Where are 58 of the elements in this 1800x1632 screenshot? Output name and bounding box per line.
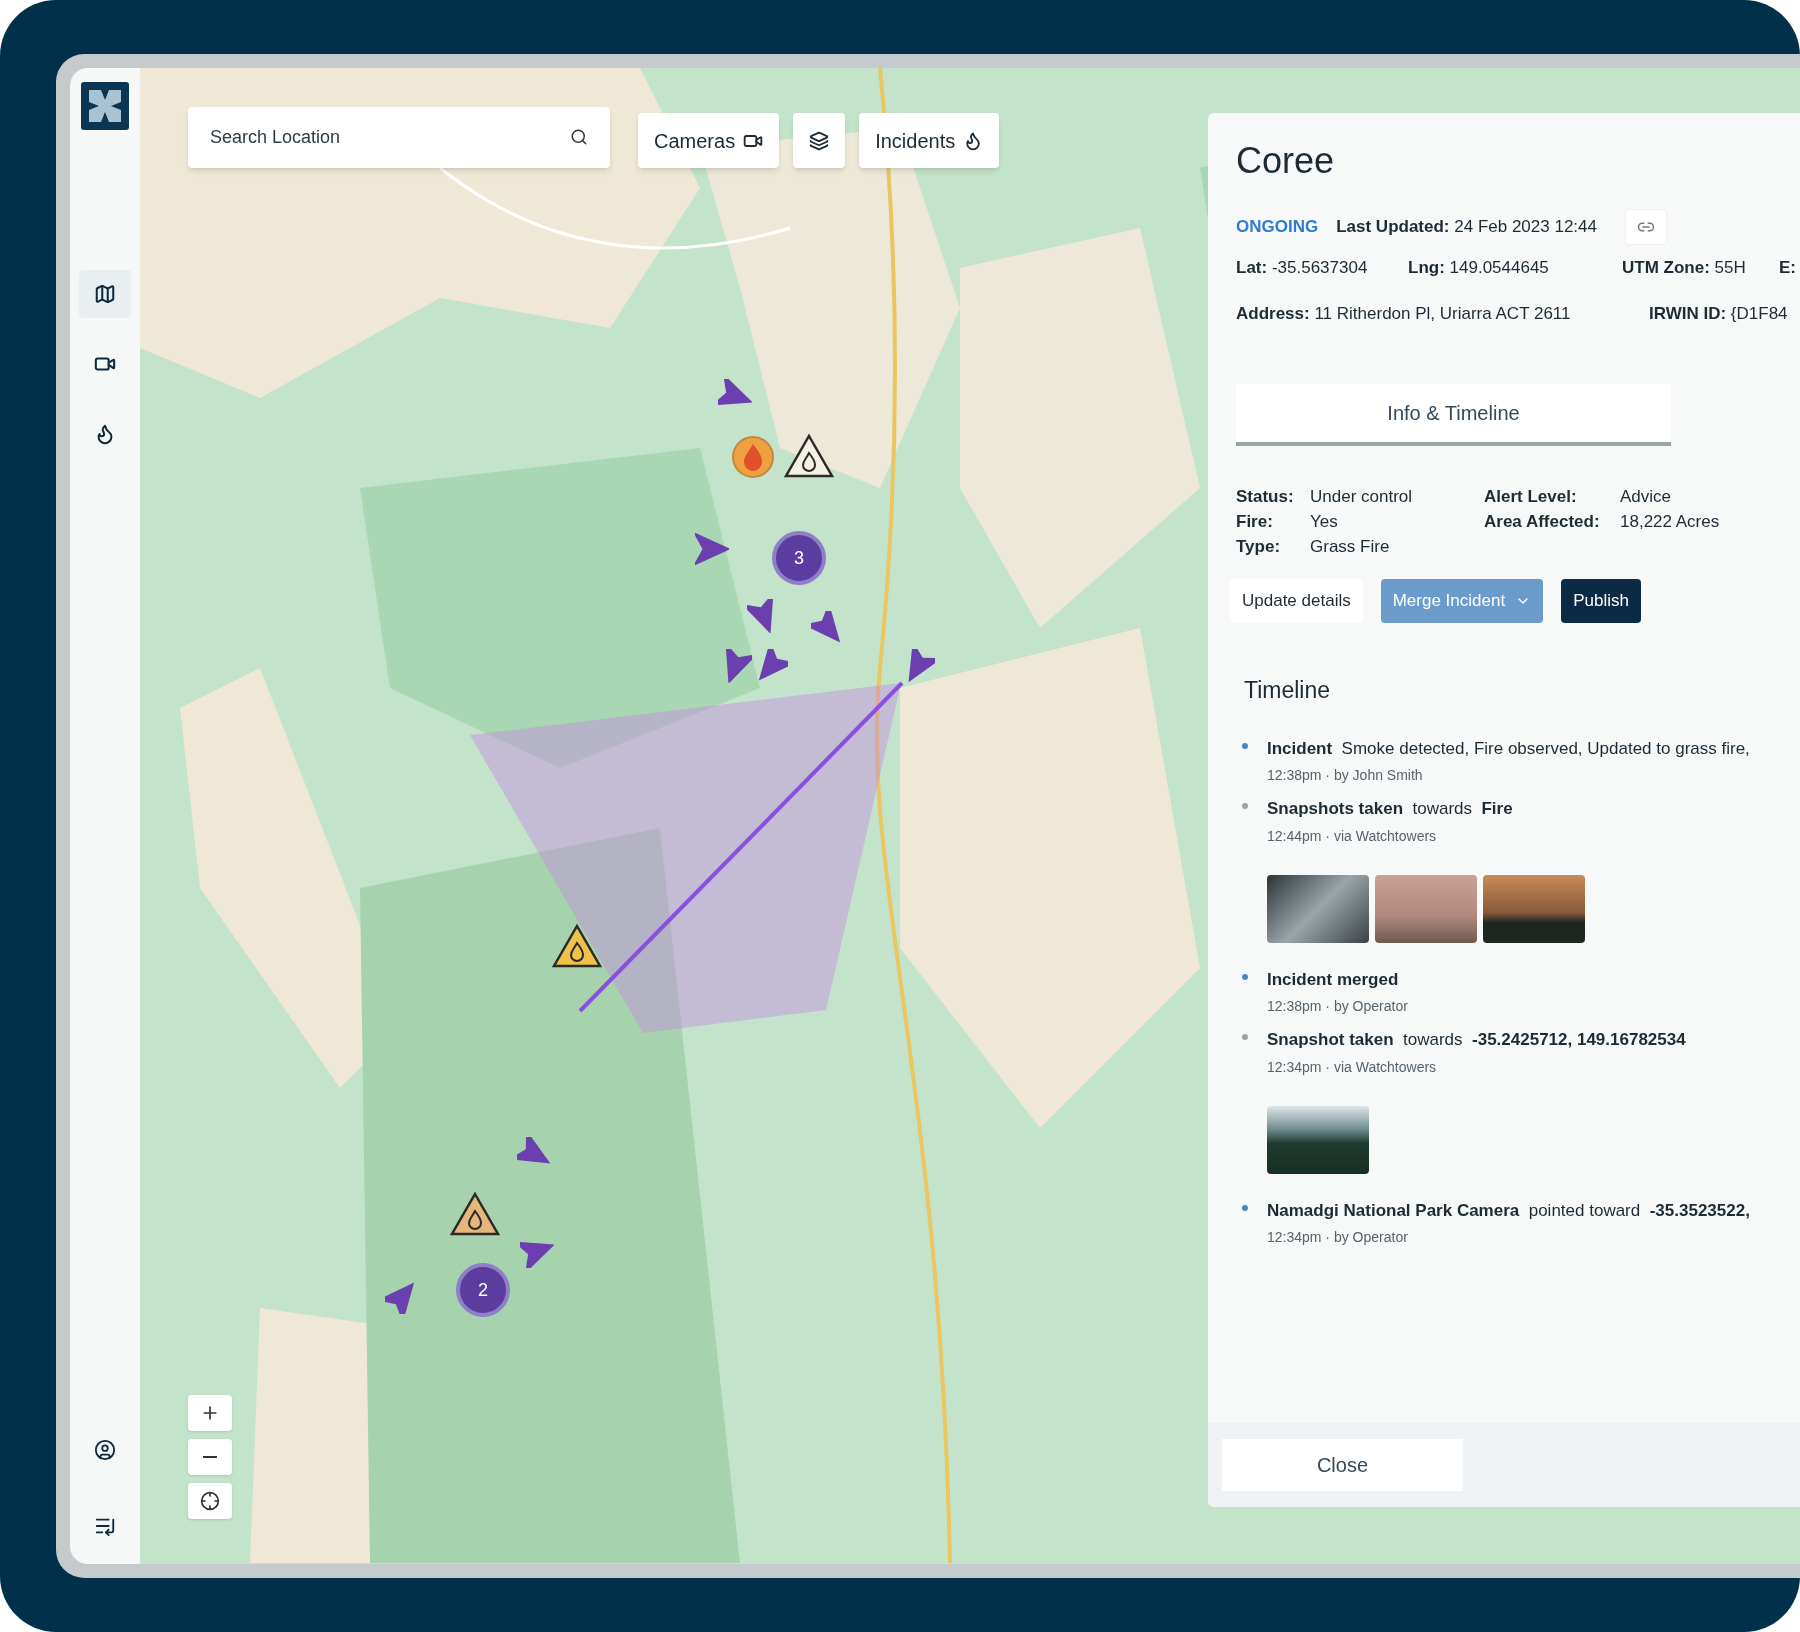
timeline-meta: 12:44pm · via Watchtowers [1267, 826, 1438, 846]
app-logo[interactable] [81, 82, 129, 130]
timeline-meta: 12:38pm · by John Smith [1267, 766, 1424, 785]
detail-label: Area Affected: [1484, 511, 1601, 533]
crosshair-icon [200, 1491, 220, 1511]
incident-title: Coree [1236, 143, 1336, 179]
copy-link-button[interactable] [1625, 209, 1667, 245]
cluster-marker[interactable]: 3 [772, 531, 826, 585]
panel-tab[interactable]: Info & Timeline [1236, 384, 1671, 446]
fire-marker-icon[interactable] [731, 435, 775, 479]
timeline-meta: 12:34pm · by Operator [1267, 1228, 1409, 1247]
detail-label: Type: [1236, 536, 1282, 558]
detail-label: Status: [1236, 486, 1295, 508]
timeline-entry: Snapshot taken towards -35.2425712, 149.16782534 [1267, 1029, 1686, 1051]
locate-button[interactable] [188, 1483, 232, 1519]
close-button[interactable]: Close [1222, 1439, 1463, 1491]
toolbar-button[interactable]: Cameras [638, 113, 780, 168]
fire-hazard-icon[interactable] [551, 923, 603, 969]
timeline-entry: Incident merged [1267, 968, 1400, 991]
timeline-entry: Namadgi National Park Camera pointed toward -35.3523522, [1267, 1199, 1750, 1222]
photo-placeholder[interactable] [1483, 874, 1585, 943]
info-field: E: [1779, 255, 1796, 281]
info-field: Address: 11 Ritherdon Pl, Uriarra ACT 2611 [1236, 300, 1649, 326]
timeline-meta: 12:38pm · by Operator [1267, 997, 1408, 1016]
detail-label: Alert Level: [1484, 486, 1578, 508]
info-field: UTM Zone: 55H [1622, 255, 1779, 281]
timeline-entry: Snapshots taken towards Fire [1267, 798, 1514, 820]
detail-value: Under control [1310, 486, 1414, 508]
timeline-heading: Timeline [1244, 676, 1332, 705]
user-icon [94, 1439, 116, 1461]
map[interactable] [140, 68, 1800, 1564]
detail-value: Advice [1620, 486, 1673, 508]
last-updated-text: Last Updated: 24 Feb 2023 12:44 [1336, 216, 1597, 239]
toolbar-button[interactable]: Incidents [859, 113, 1000, 168]
timeline-entry: Incident Smoke detected, Fire observed, Updated to grass fire, [1267, 737, 1750, 760]
status-label: ONGOING [1236, 216, 1319, 239]
search-field[interactable]: Search Location [188, 107, 610, 168]
detail-value: Yes [1310, 511, 1339, 533]
camera-direction-icon[interactable] [695, 532, 729, 566]
timeline-meta: 12:34pm · via Watchtowers [1267, 1057, 1438, 1077]
info-field: Lng: 149.0544645 [1408, 255, 1622, 281]
zoom-in-button[interactable] [188, 1395, 232, 1431]
detail-value: Grass Fire [1310, 536, 1391, 558]
sidebar-item[interactable] [79, 270, 131, 318]
detail-label: Fire: [1236, 511, 1274, 533]
photo-placeholder[interactable] [1267, 1105, 1369, 1174]
info-field: IRWIN ID: {D1F84 [1649, 300, 1788, 326]
action-button[interactable]: Update details [1230, 579, 1363, 623]
fire-hazard-icon[interactable] [783, 433, 835, 479]
map-icon [94, 283, 116, 305]
fire-hazard-icon[interactable] [449, 1191, 501, 1237]
action-button[interactable]: Publish [1561, 579, 1641, 623]
layers-button[interactable] [793, 113, 846, 168]
detail-value: 18,222 Acres [1620, 511, 1720, 533]
info-field: Lat: -35.5637304 [1236, 255, 1408, 281]
search-icon [570, 128, 588, 146]
minus-icon [203, 1456, 217, 1458]
layers-icon [809, 130, 830, 151]
